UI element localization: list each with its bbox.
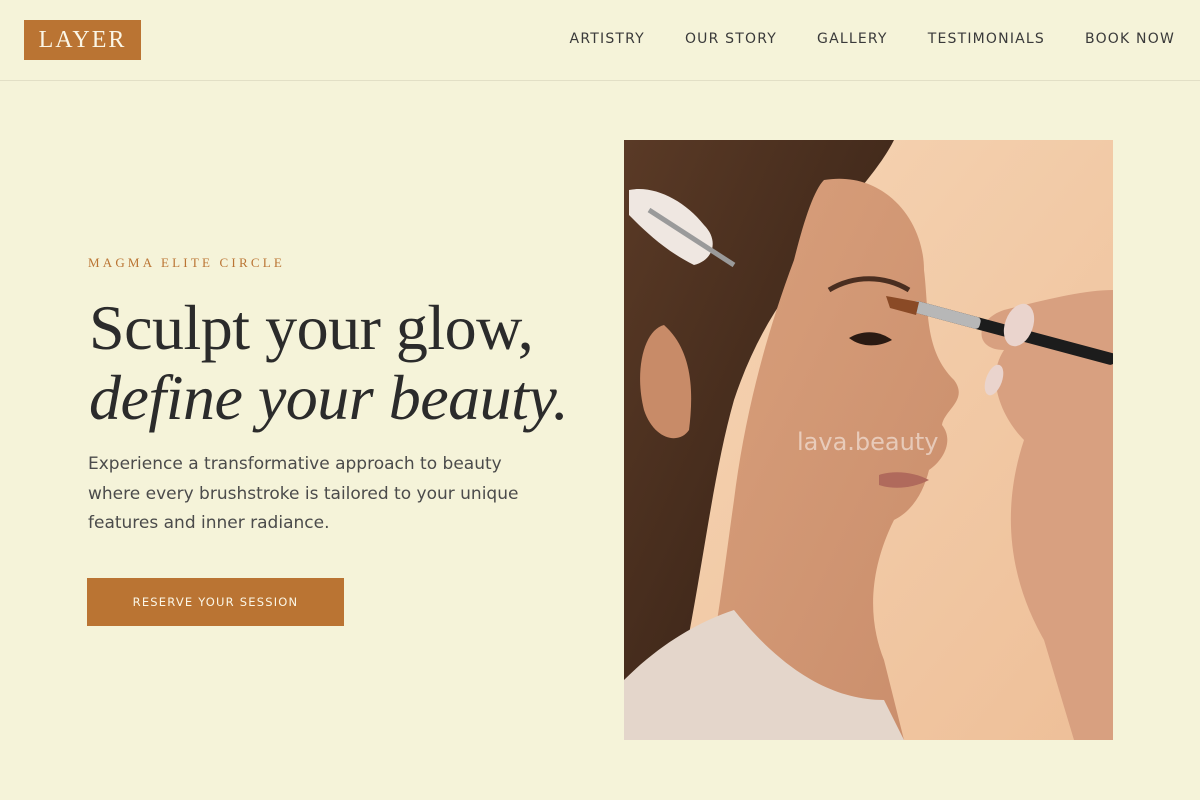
photo-watermark: lava.beauty bbox=[797, 428, 939, 456]
hero-headline: Sculpt your glow, define your beauty. bbox=[89, 293, 588, 433]
site-header: LAYER ARTISTRY OUR STORY GALLERY TESTIMO… bbox=[0, 0, 1200, 81]
main-nav: ARTISTRY OUR STORY GALLERY TESTIMONIALS … bbox=[570, 29, 1175, 49]
logo[interactable]: LAYER bbox=[24, 20, 141, 60]
hero-eyebrow: MAGMA ELITE CIRCLE bbox=[88, 255, 285, 270]
nav-item-gallery[interactable]: GALLERY bbox=[817, 29, 888, 49]
nav-item-book-now[interactable]: BOOK NOW bbox=[1085, 29, 1175, 49]
nav-item-artistry[interactable]: ARTISTRY bbox=[570, 29, 645, 49]
hero-description: Experience a transformative approach to … bbox=[88, 454, 519, 533]
headline-line-1: Sculpt your glow, bbox=[89, 292, 534, 363]
hero-text: MAGMA ELITE CIRCLE Sculpt your glow, def… bbox=[88, 255, 588, 539]
nav-item-our-story[interactable]: OUR STORY bbox=[685, 29, 777, 49]
hero-photo: lava.beauty bbox=[624, 140, 1113, 740]
reserve-session-button[interactable]: RESERVE YOUR SESSION bbox=[87, 578, 344, 626]
nav-item-testimonials[interactable]: TESTIMONIALS bbox=[928, 29, 1045, 49]
headline-line-2: define your beauty. bbox=[89, 362, 569, 433]
